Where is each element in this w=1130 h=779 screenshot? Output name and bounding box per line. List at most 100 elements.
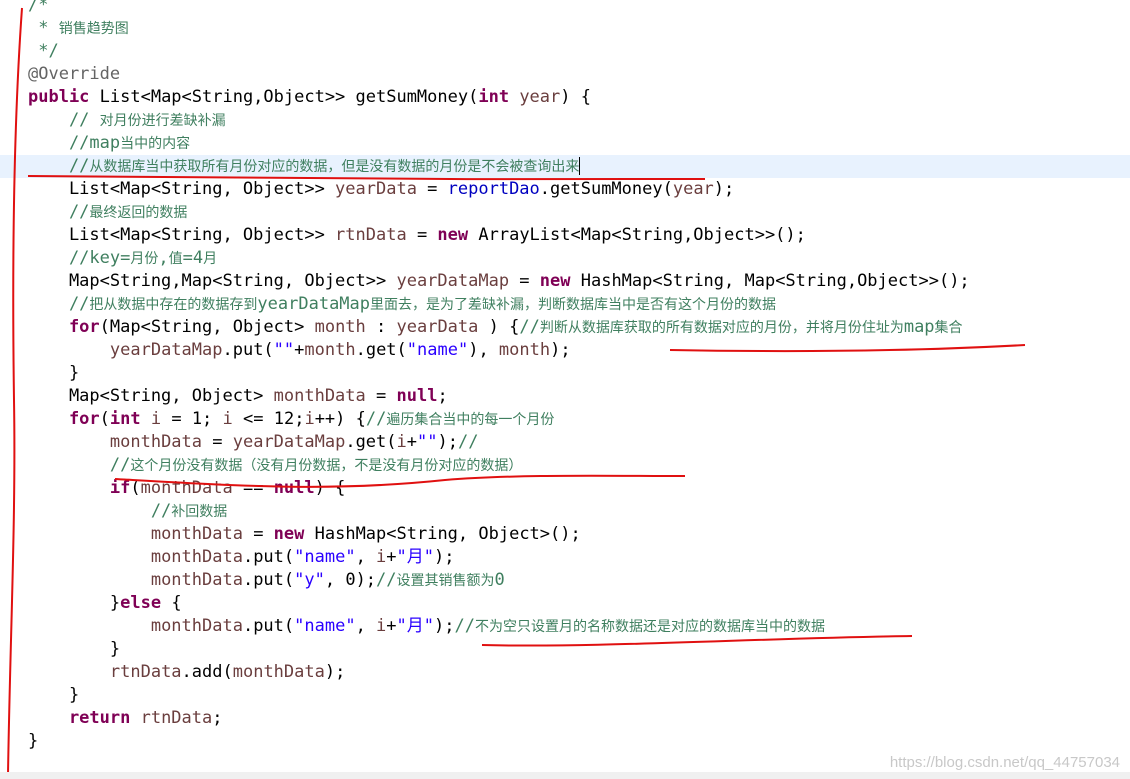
code-token: i — [222, 409, 233, 429]
code-line[interactable]: for(Map<String, Object> month : yearData… — [0, 316, 1130, 339]
code-line[interactable]: // 对月份进行差缺补漏 — [0, 109, 1130, 132]
code-line[interactable]: */ — [0, 40, 1130, 63]
code-token: ; — [212, 708, 223, 728]
code-token: // — [28, 202, 90, 222]
code-line[interactable]: Map<String,Map<String, Object>> yearData… — [0, 270, 1130, 293]
code-token: =4 — [182, 248, 204, 268]
code-token: monthData — [273, 386, 366, 406]
code-token: Map<String, Object> — [28, 386, 274, 406]
code-line[interactable]: //最终返回的数据 — [0, 201, 1130, 224]
code-token: <= 12; — [232, 409, 305, 429]
code-line[interactable]: monthData.put("name", i+"月");//不为空只设置月的名… — [0, 615, 1130, 638]
code-token: List<Map<String,Object>> getSumMoney( — [99, 87, 479, 107]
code-token: Map<String,Map<String, Object>> — [28, 271, 397, 291]
code-line[interactable]: Map<String, Object> monthData = null; — [0, 385, 1130, 408]
code-token: } — [28, 731, 39, 751]
code-token: return — [28, 708, 141, 728]
code-token: { — [171, 593, 182, 613]
code-token: // — [365, 409, 387, 429]
code-token: month — [304, 340, 356, 360]
code-token: .put( — [222, 340, 274, 360]
code-token: .get( — [355, 340, 407, 360]
code-line[interactable]: } — [0, 684, 1130, 707]
code-token: ArrayList<Map<String,Object>>(); — [478, 225, 806, 245]
code-line[interactable]: rtnData.add(monthData); — [0, 661, 1130, 684]
code-token: null — [396, 386, 438, 406]
code-line[interactable]: public List<Map<String,Object>> getSumMo… — [0, 86, 1130, 109]
code-line[interactable]: monthData.put("name", i+"月"); — [0, 546, 1130, 569]
code-token: 销售趋势图 — [58, 21, 129, 37]
code-line[interactable]: //这个月份没有数据（没有月份数据，不是没有月份对应的数据） — [0, 454, 1130, 477]
code-token: // — [457, 432, 479, 452]
code-line[interactable]: //key=月份,值=4月 — [0, 247, 1130, 270]
code-token: .get( — [345, 432, 397, 452]
code-token: = — [416, 179, 448, 199]
code-token: + — [406, 432, 418, 452]
code-token: // — [519, 317, 540, 337]
code-token: monthData — [150, 616, 243, 636]
code-line[interactable]: monthData.put("y", 0);//设置其销售额为0 — [0, 569, 1130, 592]
code-token: //key= — [28, 248, 131, 268]
code-token: 补回数据 — [171, 504, 228, 520]
code-token: ); — [434, 616, 455, 636]
code-token: 把从数据中存在的数据存到 — [89, 297, 258, 313]
code-token: .put( — [242, 547, 295, 567]
code-line[interactable]: //把从数据中存在的数据存到yearDataMap里面去，是为了差缺补漏，判断数… — [0, 293, 1130, 316]
code-token: List<Map<String, Object>> — [28, 225, 336, 245]
code-token: i — [150, 409, 162, 429]
code-line[interactable]: monthData = yearDataMap.get(i+"");// — [0, 431, 1130, 454]
code-line[interactable]: @Override — [0, 63, 1130, 86]
text-caret — [579, 157, 581, 175]
editor-bottom-edge — [0, 772, 1130, 779]
code-line[interactable]: for(int i = 1; i <= 12;i++) {//遍历集合当中的每一… — [0, 408, 1130, 431]
code-line[interactable]: List<Map<String, Object>> rtnData = new … — [0, 224, 1130, 247]
code-token: yearDataMap — [396, 271, 510, 291]
code-token: 集合 — [934, 320, 963, 336]
code-line[interactable]: return rtnData; — [0, 707, 1130, 730]
code-token: = — [406, 225, 438, 245]
code-token: monthData — [150, 570, 243, 590]
code-token: monthData — [150, 524, 243, 544]
code-token: ); — [324, 662, 346, 682]
code-line[interactable]: } — [0, 730, 1130, 753]
code-token: year — [519, 87, 561, 107]
code-token: (Map<String, Object> — [99, 317, 315, 337]
code-line[interactable]: } — [0, 362, 1130, 385]
code-line[interactable]: /* — [0, 0, 1130, 17]
code-editor[interactable]: /* * 销售趋势图 */@Override public List<Map<St… — [0, 0, 1130, 779]
code-line[interactable]: } — [0, 638, 1130, 661]
code-line[interactable]: }else { — [0, 592, 1130, 615]
code-token: rtnData — [109, 662, 182, 682]
code-line[interactable]: List<Map<String, Object>> yearData = rep… — [0, 178, 1130, 201]
code-line[interactable]: monthData = new HashMap<String, Object>(… — [0, 523, 1130, 546]
code-token: 不为空只设置月的名称数据还是对应的数据库当中的数据 — [475, 619, 825, 635]
code-token: "y" — [294, 570, 325, 590]
code-token: , — [158, 248, 169, 268]
code-token: .add( — [181, 662, 233, 682]
code-token: rtnData — [335, 225, 407, 245]
code-token: else — [120, 593, 172, 613]
code-token: // — [28, 110, 100, 130]
code-token: i — [376, 547, 387, 567]
code-token: } — [28, 639, 121, 659]
code-line[interactable]: yearDataMap.put(""+month.get("name"), mo… — [0, 339, 1130, 362]
code-token: "name" — [294, 616, 356, 636]
code-line[interactable]: //从数据库当中获取所有月份对应的数据，但是没有数据的月份是不会被查询出来 — [0, 155, 1130, 178]
code-token: i — [396, 432, 407, 452]
watermark: https://blog.csdn.net/qq_44757034 — [889, 754, 1120, 771]
code-line[interactable]: //map当中的内容 — [0, 132, 1130, 155]
code-token: = 1; — [161, 409, 223, 429]
code-token: yearData — [335, 179, 417, 199]
code-token: new — [539, 271, 581, 291]
code-line[interactable]: * 销售趋势图 — [0, 17, 1130, 40]
code-line[interactable]: //补回数据 — [0, 500, 1130, 523]
code-token: 对月份进行差缺补漏 — [99, 113, 226, 129]
code-token: yearData — [396, 317, 479, 337]
code-line[interactable]: if(monthData == null) { — [0, 477, 1130, 500]
code-token: = — [242, 524, 274, 544]
code-token: .put( — [242, 616, 295, 636]
code-token: yearDataMap — [109, 340, 223, 360]
